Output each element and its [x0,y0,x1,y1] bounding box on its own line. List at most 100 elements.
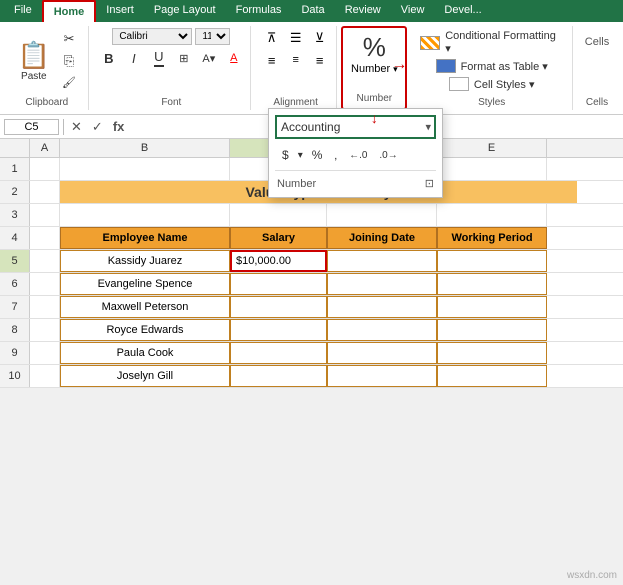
tab-insert[interactable]: Insert [96,0,144,22]
font-family-select[interactable]: Calibri [112,28,192,45]
cell-a2[interactable] [30,181,60,203]
cell-e8[interactable] [437,319,547,341]
border-button[interactable]: ⊞ [173,48,195,68]
paste-button[interactable]: 📋 Paste [14,38,54,84]
cell-c4-header[interactable]: Salary [230,227,327,249]
decrease-decimal-button[interactable]: ←.0 [346,149,370,162]
increase-decimal-button[interactable]: .0→ [376,149,400,162]
dollar-dropdown[interactable]: ▾ [298,150,303,161]
row-num-7: 7 [0,296,30,318]
cell-e10[interactable] [437,365,547,387]
cell-d8[interactable] [327,319,437,341]
cell-a7[interactable] [30,296,60,318]
align-center-button[interactable]: ≡ [285,50,307,70]
cell-e9[interactable] [437,342,547,364]
cell-d4-header[interactable]: Joining Date [327,227,437,249]
cell-d9[interactable] [327,342,437,364]
tab-view[interactable]: View [391,0,435,22]
cell-a9[interactable] [30,342,60,364]
cell-c5-active[interactable]: $10,000.00 [230,250,327,272]
underline-button[interactable]: U [148,48,170,68]
tab-home[interactable]: Home [42,0,97,22]
accounting-dropdown: Accounting $ ▾ % ‚ ←.0 .0→ Number ⊡ [268,108,443,198]
confirm-formula-button[interactable]: ✓ [89,119,106,135]
col-header-a[interactable]: A [30,139,60,157]
cell-a10[interactable] [30,365,60,387]
cell-a8[interactable] [30,319,60,341]
conditional-formatting-item[interactable]: Conditional Formatting ▾ [417,28,566,57]
cell-d3[interactable] [327,204,437,226]
cell-styles-item[interactable]: Cell Styles ▾ [446,75,538,93]
cell-b4-header[interactable]: Employee Name [60,227,230,249]
align-right-button[interactable]: ≡ [309,50,331,70]
cell-e6[interactable] [437,273,547,295]
percent-button[interactable]: % [309,147,326,163]
cell-e1[interactable] [437,158,547,180]
conditional-formatting-icon [420,36,440,50]
insert-function-button[interactable]: fx [110,119,128,134]
dollar-sign-button[interactable]: $ [279,147,292,163]
cell-b9[interactable]: Paula Cook [60,342,230,364]
tab-page-layout[interactable]: Page Layout [144,0,226,22]
row-10: 10 Joselyn Gill [0,365,623,388]
row-8: 8 Royce Edwards [0,319,623,342]
font-color-button[interactable]: A [223,48,245,68]
cell-d10[interactable] [327,365,437,387]
number-dialog-launcher[interactable]: ⊡ [425,177,434,190]
row-num-10: 10 [0,365,30,387]
align-top-button[interactable]: ⊼ [261,28,283,48]
cell-e3[interactable] [437,204,547,226]
cell-c7[interactable] [230,296,327,318]
cell-c8[interactable] [230,319,327,341]
cell-c10[interactable] [230,365,327,387]
bold-button[interactable]: B [98,48,120,68]
cell-a1[interactable] [30,158,60,180]
align-left-button[interactable]: ≡ [261,50,283,70]
cell-b8[interactable]: Royce Edwards [60,319,230,341]
tab-file[interactable]: File [4,0,42,22]
cell-b5[interactable]: Kassidy Juarez [60,250,230,272]
cancel-formula-button[interactable]: ✕ [68,119,85,135]
cell-b3[interactable] [60,204,230,226]
cells-group: Cells Cells [577,26,617,110]
tab-formulas[interactable]: Formulas [226,0,292,22]
cell-c6[interactable] [230,273,327,295]
format-painter-button[interactable]: 🖌 [58,73,80,93]
cell-e7[interactable] [437,296,547,318]
italic-button[interactable]: I [123,48,145,68]
font-size-select[interactable]: 11 [195,28,230,45]
tab-developer[interactable]: Devel... [434,0,491,22]
number-label-bottom: Number [357,89,393,104]
col-header-e[interactable]: E [437,139,547,157]
cut-button[interactable]: ✂ [58,29,80,49]
align-bottom-button[interactable]: ⊻ [309,28,331,48]
format-as-table-item[interactable]: Format as Table ▾ [433,57,551,75]
number-footer-label: Number [277,178,316,190]
tab-data[interactable]: Data [291,0,334,22]
cell-c3[interactable] [230,204,327,226]
col-header-b[interactable]: B [60,139,230,157]
cell-b10[interactable]: Joselyn Gill [60,365,230,387]
clipboard-sub-buttons: ✂ ⎘ 🖌 [58,29,80,93]
cell-b6[interactable]: Evangeline Spence [60,273,230,295]
cell-a5[interactable] [30,250,60,272]
number-format-select[interactable]: Accounting [275,115,436,139]
copy-button[interactable]: ⎘ [58,51,80,71]
cell-reference-box[interactable]: C5 [4,119,59,135]
cell-c9[interactable] [230,342,327,364]
cell-e4-header[interactable]: Working Period [437,227,547,249]
fill-color-button[interactable]: A▾ [198,48,220,68]
cell-d5[interactable] [327,250,437,272]
cell-d6[interactable] [327,273,437,295]
cell-d7[interactable] [327,296,437,318]
align-middle-button[interactable]: ☰ [285,28,307,48]
cell-b1[interactable] [60,158,230,180]
cell-b7[interactable]: Maxwell Peterson [60,296,230,318]
tab-review[interactable]: Review [335,0,391,22]
comma-button[interactable]: ‚ [331,147,340,163]
cell-a6[interactable] [30,273,60,295]
cell-e5[interactable] [437,250,547,272]
cell-a4[interactable] [30,227,60,249]
alignment-label: Alignment [273,93,317,108]
cell-a3[interactable] [30,204,60,226]
